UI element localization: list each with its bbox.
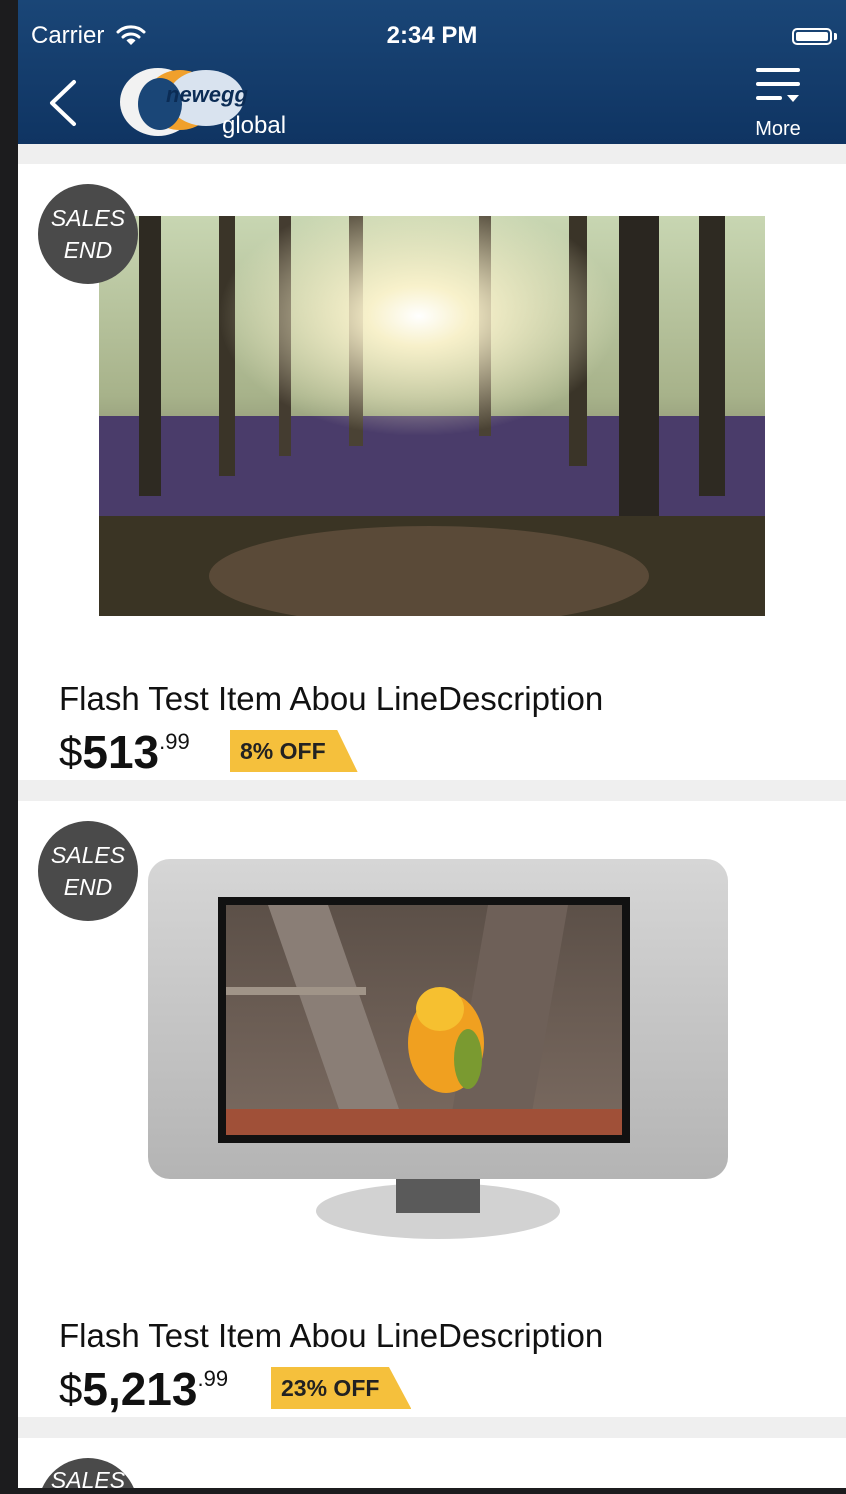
- discount-tag: 8% OFF: [230, 730, 358, 772]
- price-integer: 513: [82, 726, 160, 778]
- product-card[interactable]: SALES: [18, 1438, 846, 1488]
- sales-end-badge: SALES END: [38, 184, 138, 284]
- more-button[interactable]: More: [746, 62, 810, 142]
- battery-icon: [792, 28, 832, 45]
- badge-line1: SALES: [50, 205, 126, 231]
- sales-end-badge: SALES END: [38, 821, 138, 921]
- newegg-global-logo: newegg global: [118, 66, 318, 139]
- battery-nub: [834, 33, 837, 40]
- price-integer: 5,213: [82, 1363, 198, 1415]
- badge-line1: SALES: [50, 1467, 126, 1488]
- badge-line1: SALES: [50, 842, 126, 868]
- price-cents: .99: [197, 1366, 229, 1391]
- price-currency: $: [59, 728, 83, 775]
- screen: Carrier 2:34 PM newegg global More SALES…: [18, 0, 846, 1488]
- price-cents: .99: [159, 729, 190, 754]
- discount-tag: 23% OFF: [271, 1367, 412, 1409]
- sales-end-badge: SALES: [38, 1458, 138, 1488]
- product-price: $513.99: [59, 724, 190, 780]
- product-image-tv[interactable]: [148, 859, 728, 1249]
- product-card[interactable]: SALES END Flash Test Item Abou LineDescr…: [18, 164, 846, 780]
- menu-icon: [756, 68, 800, 102]
- product-price: $5,213.99: [59, 1361, 228, 1417]
- nav-header: Carrier 2:34 PM newegg global More: [18, 0, 846, 144]
- back-button[interactable]: [44, 78, 84, 128]
- more-label: More: [755, 118, 801, 140]
- product-card[interactable]: SALES END Flash Test Item Abou LineDescr…: [18, 801, 846, 1417]
- price-currency: $: [59, 1365, 83, 1412]
- badge-line2: END: [63, 237, 113, 263]
- badge-line2: END: [63, 874, 113, 900]
- status-time: 2:34 PM: [386, 22, 478, 49]
- logo-global: global: [222, 112, 287, 139]
- product-title[interactable]: Flash Test Item Abou LineDescription: [59, 680, 603, 718]
- product-title[interactable]: Flash Test Item Abou LineDescription: [59, 1317, 603, 1355]
- product-image-forest[interactable]: [99, 216, 765, 616]
- logo-word: newegg: [166, 82, 248, 107]
